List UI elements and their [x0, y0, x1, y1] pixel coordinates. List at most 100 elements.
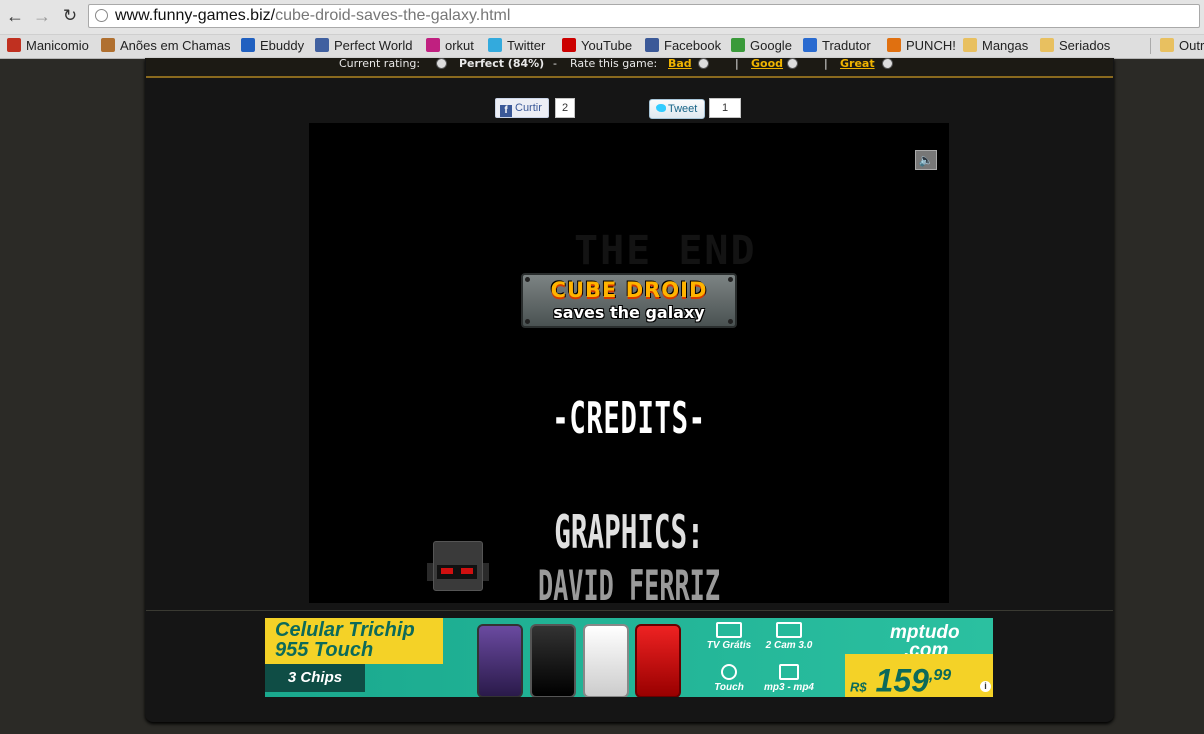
logo-subtitle: saves the galaxy	[553, 303, 705, 322]
bookmark-orkut[interactable]: orkut	[426, 37, 474, 55]
bookmark-label: orkut	[445, 38, 474, 53]
tweet-count: 1	[709, 98, 741, 118]
like-label: Curtir	[515, 102, 542, 114]
phone-white-icon	[583, 624, 629, 697]
tweet-button[interactable]: Tweet	[649, 99, 705, 119]
bookmark-label: Perfect World	[334, 38, 413, 53]
reload-icon[interactable]: ↻	[60, 6, 80, 26]
back-arrow-icon[interactable]: ←	[5, 6, 25, 26]
rating-separator-2: |	[824, 57, 828, 70]
rate-game-label: Rate this game:	[570, 57, 658, 70]
bookmark-mangas[interactable]: Mangas	[963, 37, 1028, 55]
globe-icon	[95, 9, 108, 22]
bookmarks-bar: Manicomio Anões em Chamas Ebuddy Perfect Wo…	[0, 35, 1204, 59]
great-smiley-icon	[882, 58, 893, 70]
bookmark-youtube[interactable]: YouTube	[562, 37, 632, 55]
ad-title-line1: Celular Trichip	[275, 619, 415, 641]
current-rating-value: Perfect (84%)	[459, 57, 545, 70]
section-divider	[146, 610, 1113, 611]
favicon-icon	[803, 38, 817, 52]
url-text: www.funny-games.biz/cube-droid-saves-the…	[115, 7, 510, 25]
folder-icon	[963, 38, 977, 52]
bookmark-facebook[interactable]: Facebook	[645, 37, 721, 55]
rating-separator: |	[735, 57, 739, 70]
ad-price: R$ 159,99	[850, 658, 951, 697]
favicon-icon	[731, 38, 745, 52]
graphics-heading: GRAPHICS:	[554, 505, 704, 559]
bookmark-seriados[interactable]: Seriados	[1040, 37, 1110, 55]
faded-title: THE END	[574, 228, 757, 274]
bookmark-label: Mangas	[982, 38, 1029, 53]
ad-price-value: 159	[875, 662, 929, 697]
rating-smiley-icon	[436, 58, 447, 70]
favicon-icon	[488, 38, 502, 52]
ad-feature-mp3: mp3 - mp4	[761, 664, 817, 693]
game-canvas[interactable]: 🔈 THE END CUBE DROID saves the galaxy -C…	[309, 123, 949, 603]
bookmark-label: Google	[750, 38, 792, 53]
bookmark-label: Twitter	[507, 38, 546, 53]
music-icon	[779, 664, 799, 680]
rate-bad-link[interactable]: Bad	[668, 57, 692, 70]
bookmark-twitter[interactable]: Twitter	[488, 37, 545, 55]
folder-icon	[1040, 38, 1054, 52]
favicon-icon	[315, 38, 329, 52]
rate-good-link[interactable]: Good	[751, 57, 783, 70]
facebook-like-button[interactable]: f Curtir	[495, 98, 549, 118]
phone-black-icon	[530, 624, 576, 697]
current-rating-label: Current rating:	[339, 57, 421, 70]
forward-arrow-icon[interactable]: →	[32, 6, 52, 26]
rating-bar: Current rating: Perfect (84%) - Rate thi…	[146, 58, 1113, 78]
ad-info-icon[interactable]: i	[980, 681, 991, 692]
phone-purple-icon	[477, 624, 523, 697]
like-count: 2	[555, 98, 575, 118]
favicon-icon	[241, 38, 255, 52]
ad-currency: R$	[850, 679, 867, 695]
ad-feature-tv: TV Grátis	[701, 622, 757, 651]
bookmark-tradutor[interactable]: Tradutor	[803, 37, 871, 55]
bookmark-label: YouTube	[581, 38, 633, 53]
bookmark-an-es-em-chamas[interactable]: Anões em Chamas	[101, 37, 231, 55]
url-path: cube-droid-saves-the-galaxy.html	[275, 7, 511, 24]
touch-icon	[721, 664, 737, 680]
bookmark-manicomio[interactable]: Manicomio	[7, 37, 89, 55]
bad-smiley-icon	[698, 58, 709, 70]
twitter-bird-icon	[656, 104, 666, 112]
bookmarks-separator	[1150, 38, 1151, 54]
bookmark-label: Tradutor	[822, 38, 871, 53]
ad-price-cents: ,99	[928, 667, 952, 684]
phone-red-icon	[635, 624, 681, 697]
bookmark-perfect-world[interactable]: Perfect World	[315, 37, 413, 55]
favicon-icon	[7, 38, 21, 52]
url-host: www.funny-games.biz/	[115, 7, 276, 24]
good-smiley-icon	[787, 58, 798, 70]
bookmark-label: Outr	[1179, 38, 1204, 53]
rate-great-link[interactable]: Great	[840, 57, 875, 70]
bookmark-punch-[interactable]: PUNCH!	[887, 37, 956, 55]
browser-toolbar: ← → ↻ www.funny-games.biz/cube-droid-sav…	[0, 0, 1204, 35]
bookmark-label: PUNCH!	[906, 38, 956, 53]
bookmark-label: Ebuddy	[260, 38, 305, 53]
address-bar[interactable]: www.funny-games.biz/cube-droid-saves-the…	[88, 4, 1200, 28]
ad-feature-cam: 2 Cam 3.0	[761, 622, 817, 651]
game-logo: CUBE DROID saves the galaxy	[521, 273, 737, 328]
favicon-icon	[645, 38, 659, 52]
bookmark-outr[interactable]: Outr	[1160, 37, 1204, 55]
speaker-icon[interactable]: 🔈	[915, 150, 937, 170]
bookmark-label: Anões em Chamas	[120, 38, 231, 53]
favicon-icon	[562, 38, 576, 52]
graphics-author: DAVID FERRIZ	[537, 561, 721, 603]
ad-banner[interactable]: Celular Trichip 955 Touch 3 Chips TV Grá…	[265, 618, 993, 697]
bookmark-google[interactable]: Google	[731, 37, 792, 55]
rating-dash: -	[553, 57, 557, 70]
credits-heading: -CREDITS-	[552, 393, 706, 444]
tweet-label: Tweet	[668, 103, 698, 115]
favicon-icon	[887, 38, 901, 52]
ad-feature-touch: Touch	[701, 664, 757, 693]
favicon-icon	[426, 38, 440, 52]
ad-chips-label: 3 Chips	[265, 664, 365, 692]
bookmark-ebuddy[interactable]: Ebuddy	[241, 37, 304, 55]
bookmark-label: Seriados	[1059, 38, 1111, 53]
camera-icon	[776, 622, 802, 638]
bookmark-label: Manicomio	[26, 38, 89, 53]
bookmark-label: Facebook	[664, 38, 722, 53]
